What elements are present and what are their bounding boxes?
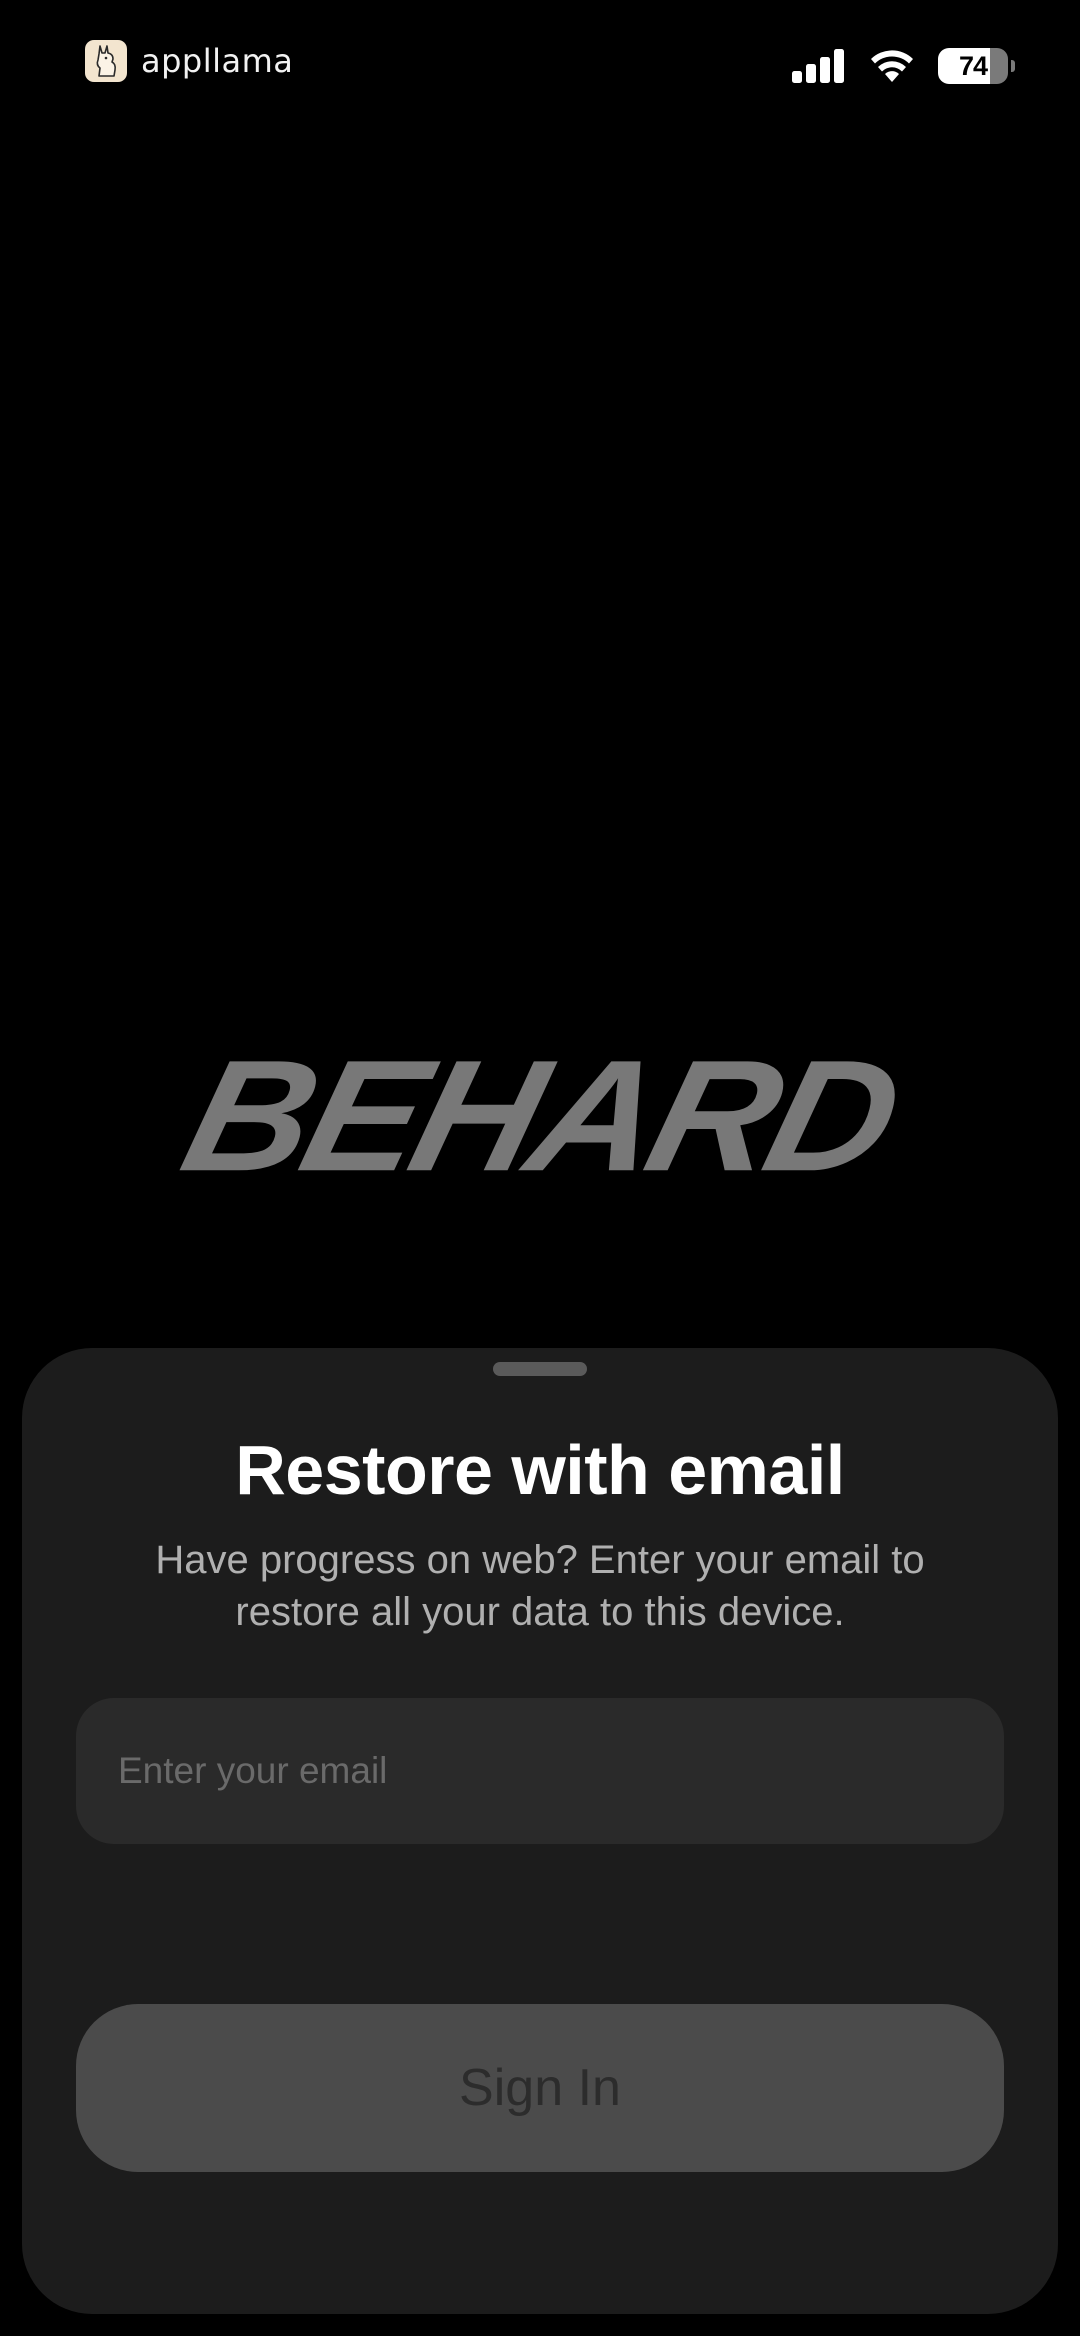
brand-name: appllama — [141, 42, 294, 80]
battery-level: 74 — [958, 50, 988, 81]
sign-in-button[interactable]: Sign In — [76, 2004, 1004, 2172]
brand: appllama — [85, 40, 293, 82]
app-logo-text: BEHARD — [168, 1027, 912, 1205]
status-bar: appllama 74 — [0, 0, 1080, 140]
wifi-icon — [871, 50, 913, 82]
cellular-signal-icon — [792, 49, 844, 83]
email-input[interactable] — [76, 1698, 1004, 1844]
sheet-subtitle: Have progress on web? Enter your email t… — [155, 1538, 925, 1634]
sheet-title: Restore with email — [235, 1431, 845, 1509]
restore-sheet: Restore with email Have progress on web?… — [22, 1348, 1058, 2314]
email-field[interactable] — [76, 1698, 1004, 1844]
status-icons: 74 — [792, 48, 1015, 84]
sheet-grabber[interactable] — [493, 1362, 587, 1376]
app-logo: BEHARD — [0, 1027, 1080, 1205]
llama-logo-icon — [85, 40, 127, 82]
battery-cap — [1011, 60, 1015, 72]
battery-icon: 74 — [938, 48, 1015, 84]
